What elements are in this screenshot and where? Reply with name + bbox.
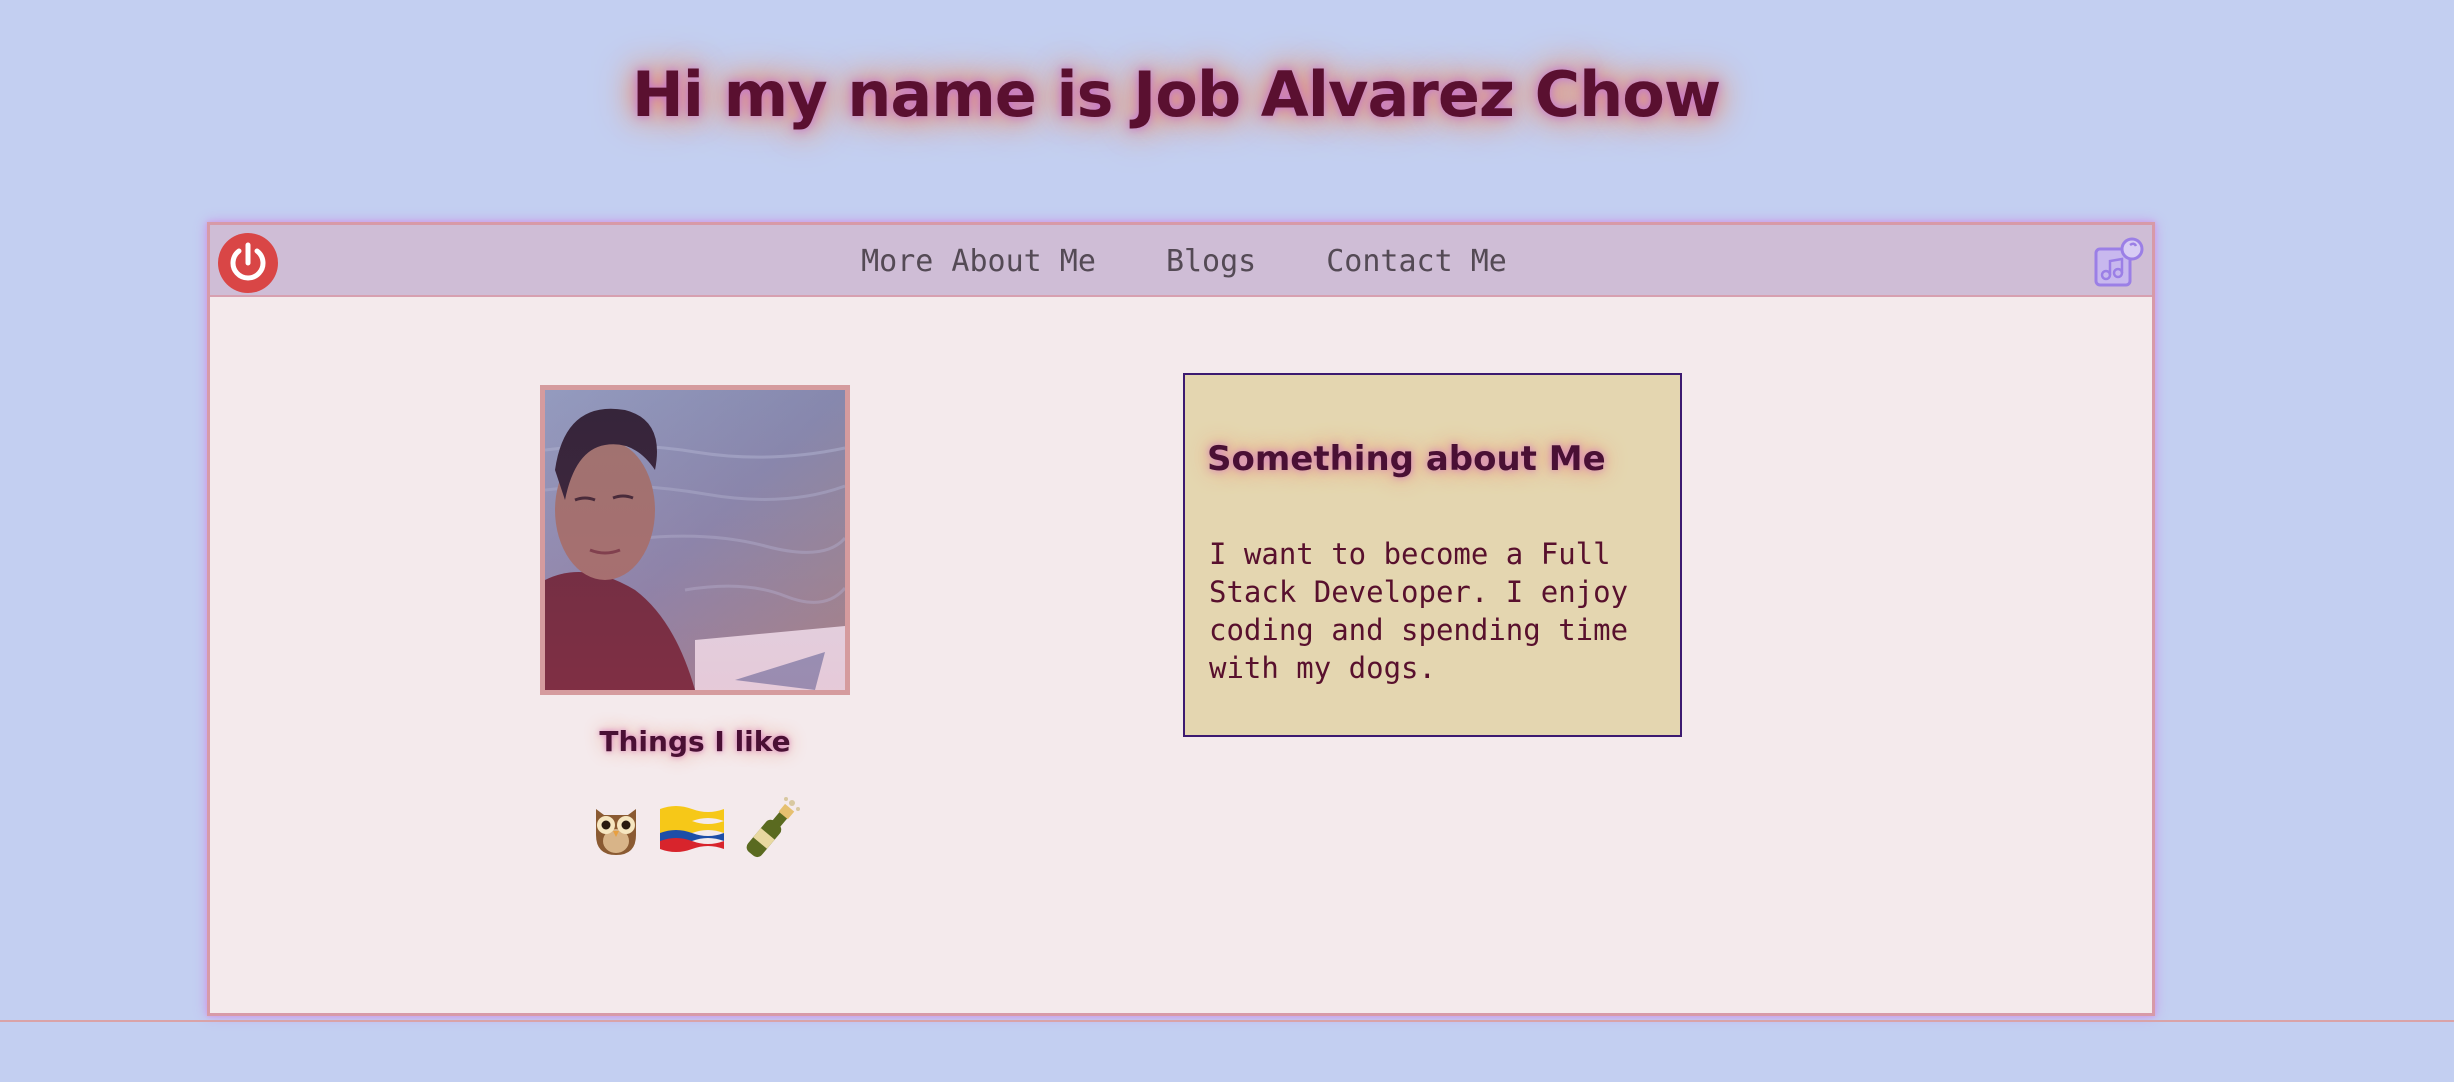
about-card: Something about Me I want to become a Fu… <box>1183 373 1682 737</box>
main-window: More About Me Blogs Contact Me Things I … <box>207 222 2155 1016</box>
likes-title: Things I like <box>599 725 791 758</box>
page-title: Hi my name is Job Alvarez Chow <box>631 58 1721 131</box>
music-button[interactable] <box>2090 235 2146 289</box>
likes-emoji-row <box>540 795 850 865</box>
nav-link-blogs[interactable]: Blogs <box>1160 244 1256 279</box>
colombia-flag-icon <box>660 806 724 852</box>
about-text: I want to become a Full Stack Developer.… <box>1209 537 1629 685</box>
nav-links: More About Me Blogs Contact Me <box>210 225 2152 297</box>
music-icon <box>2094 237 2144 287</box>
page: Hi my name is Job Alvarez Chow More Abou… <box>0 0 2454 1082</box>
profile-photo <box>540 385 850 695</box>
navbar: More About Me Blogs Contact Me <box>210 225 2152 297</box>
about-title: Something about Me <box>1207 439 1606 479</box>
divider <box>0 1020 2454 1022</box>
owl-icon <box>596 809 636 855</box>
nav-link-more-about-me[interactable]: More About Me <box>855 244 1096 279</box>
nav-link-contact-me[interactable]: Contact Me <box>1320 244 1507 279</box>
champagne-bottle-icon <box>746 797 800 858</box>
